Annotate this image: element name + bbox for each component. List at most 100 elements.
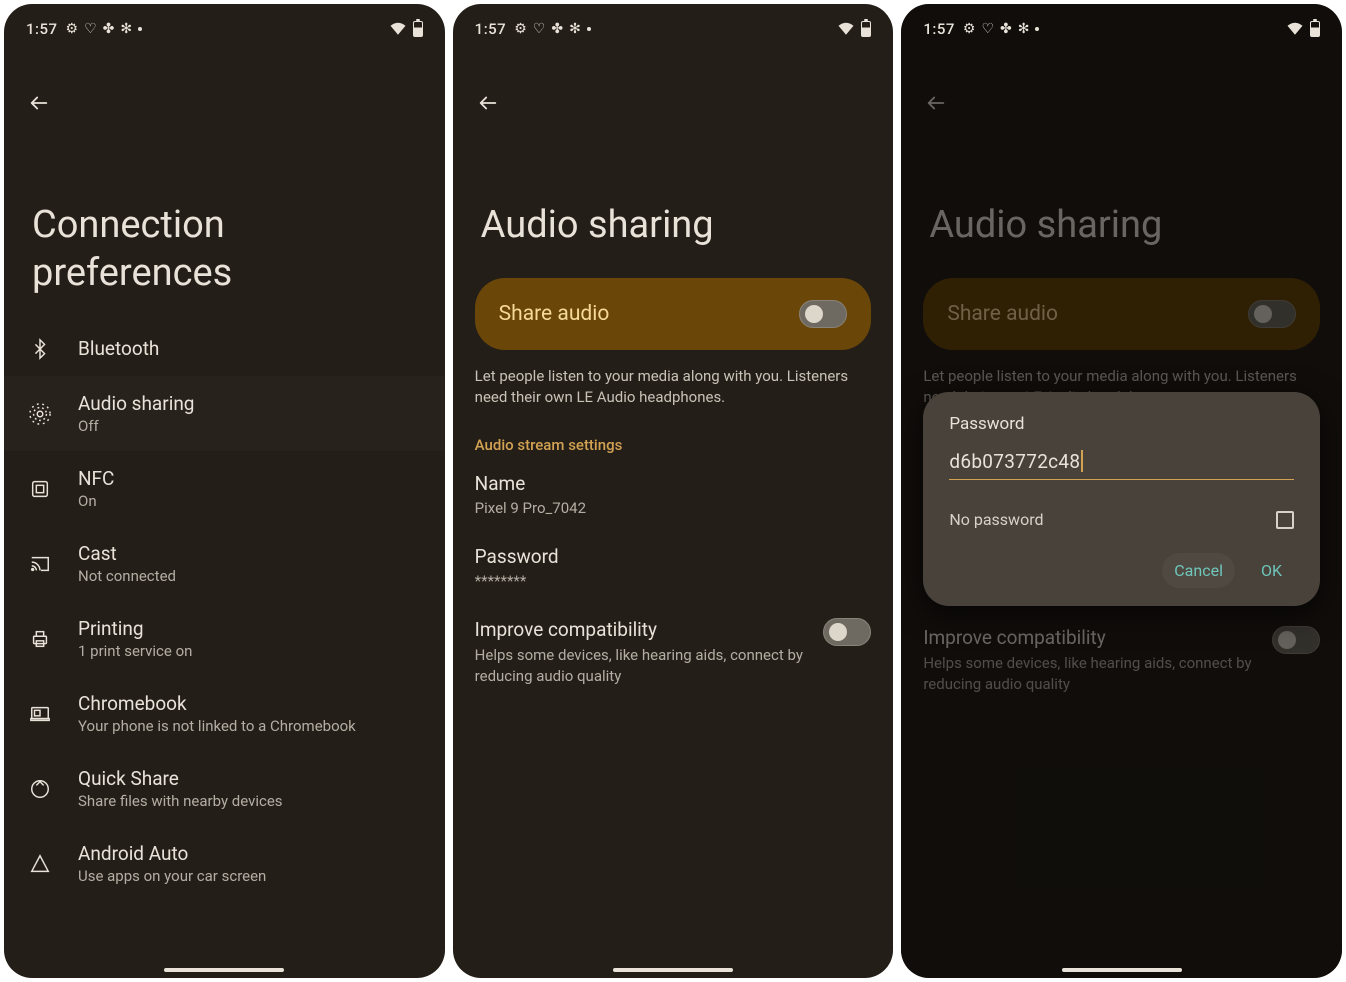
fan-icon: ✤ xyxy=(1000,21,1012,37)
status-time: 1:57 xyxy=(923,20,955,38)
setting-title: Improve compatibility xyxy=(475,618,808,641)
improve-compat-toggle[interactable] xyxy=(1272,626,1320,654)
page-title: Audio sharing xyxy=(453,120,894,278)
status-bar: 1:57 ⚙ ♡ ✤ ✻ xyxy=(453,4,894,48)
setting-title: Name xyxy=(475,472,872,495)
setting-subtitle: Helps some devices, like hearing aids, c… xyxy=(475,645,808,687)
fan-icon: ✤ xyxy=(103,21,115,37)
fan-icon: ✤ xyxy=(551,21,563,37)
row-title: NFC xyxy=(78,467,114,490)
row-subtitle: Your phone is not linked to a Chromebook xyxy=(78,717,356,735)
nav-pill[interactable] xyxy=(164,968,284,972)
screen-audio-sharing-password-dialog: 1:57 ⚙ ♡ ✤ ✻ Audio sharing Share audio L… xyxy=(901,4,1342,978)
password-input[interactable]: d6b073772c48 xyxy=(949,450,1294,480)
shield-icon: ♡ xyxy=(533,21,546,37)
dot-icon xyxy=(587,27,591,31)
row-quick-share[interactable]: Quick Share Share files with nearby devi… xyxy=(4,751,445,826)
row-subtitle: Not connected xyxy=(78,567,176,585)
android-auto-icon xyxy=(26,853,54,875)
row-audio-sharing[interactable]: Audio sharing Off xyxy=(4,376,445,451)
row-subtitle: 1 print service on xyxy=(78,642,192,660)
back-button[interactable] xyxy=(453,48,894,120)
gear-icon: ⚙ xyxy=(963,21,976,37)
row-title: Printing xyxy=(78,617,192,640)
row-chromebook[interactable]: Chromebook Your phone is not linked to a… xyxy=(4,676,445,751)
setting-value: Pixel 9 Pro_7042 xyxy=(475,499,872,517)
share-audio-description: Let people listen to your media along wi… xyxy=(453,366,894,436)
row-printing[interactable]: Printing 1 print service on xyxy=(4,601,445,676)
status-bar: 1:57 ⚙ ♡ ✤ ✻ xyxy=(901,4,1342,48)
no-password-checkbox[interactable] xyxy=(1276,511,1294,529)
status-time: 1:57 xyxy=(475,20,507,38)
setting-value: ******** xyxy=(475,572,872,590)
row-subtitle: Off xyxy=(78,417,194,435)
row-subtitle: Use apps on your car screen xyxy=(78,867,266,885)
setting-improve-compatibility[interactable]: Improve compatibility Helps some devices… xyxy=(901,626,1342,723)
back-button[interactable] xyxy=(901,48,1342,120)
row-android-auto[interactable]: Android Auto Use apps on your car screen xyxy=(4,826,445,901)
setting-password[interactable]: Password ******** xyxy=(453,545,894,618)
dialog-title: Password xyxy=(949,414,1294,434)
battery-icon xyxy=(861,21,871,37)
row-cast[interactable]: Cast Not connected xyxy=(4,526,445,601)
row-title: Android Auto xyxy=(78,842,266,865)
setting-title: Improve compatibility xyxy=(923,626,1256,649)
password-value: d6b073772c48 xyxy=(949,450,1080,473)
quick-share-icon xyxy=(26,778,54,800)
share-audio-label: Share audio xyxy=(947,302,1058,326)
row-subtitle: Share files with nearby devices xyxy=(78,792,283,810)
dot-icon xyxy=(138,27,142,31)
row-title: Quick Share xyxy=(78,767,283,790)
asterisk-icon: ✻ xyxy=(1018,21,1030,37)
no-password-label: No password xyxy=(949,510,1043,529)
nav-pill[interactable] xyxy=(1062,968,1182,972)
no-password-row[interactable]: No password xyxy=(949,510,1294,529)
ok-button[interactable]: OK xyxy=(1249,553,1294,588)
row-title: Bluetooth xyxy=(78,337,159,360)
shield-icon: ♡ xyxy=(981,21,994,37)
screen-connection-preferences: 1:57 ⚙ ♡ ✤ ✻ Connection preferences Blue… xyxy=(4,4,445,978)
screen-audio-sharing: 1:57 ⚙ ♡ ✤ ✻ Audio sharing Share audio L… xyxy=(453,4,894,978)
row-subtitle: On xyxy=(78,492,114,510)
share-audio-toggle[interactable] xyxy=(799,300,847,328)
share-audio-label: Share audio xyxy=(499,302,610,326)
nav-pill[interactable] xyxy=(613,968,733,972)
bluetooth-icon xyxy=(26,338,54,360)
gear-icon: ⚙ xyxy=(514,21,527,37)
row-title: Cast xyxy=(78,542,176,565)
page-title: Audio sharing xyxy=(901,120,1342,278)
chromebook-icon xyxy=(26,703,54,725)
status-bar: 1:57 ⚙ ♡ ✤ ✻ xyxy=(4,4,445,48)
setting-improve-compatibility[interactable]: Improve compatibility Helps some devices… xyxy=(453,618,894,715)
row-bluetooth[interactable]: Bluetooth xyxy=(4,321,445,376)
text-cursor xyxy=(1081,450,1083,472)
improve-compat-toggle[interactable] xyxy=(823,618,871,646)
section-stream-settings: Audio stream settings xyxy=(453,436,894,472)
printing-icon xyxy=(26,628,54,650)
setting-name[interactable]: Name Pixel 9 Pro_7042 xyxy=(453,472,894,545)
row-nfc[interactable]: NFC On xyxy=(4,451,445,526)
cast-icon xyxy=(26,553,54,575)
gear-icon: ⚙ xyxy=(66,21,79,37)
battery-icon xyxy=(413,21,423,37)
audio-sharing-icon xyxy=(26,403,54,425)
password-dialog: Password d6b073772c48 No password Cancel… xyxy=(923,392,1320,606)
wifi-icon xyxy=(389,20,407,39)
share-audio-toggle[interactable] xyxy=(1248,300,1296,328)
asterisk-icon: ✻ xyxy=(569,21,581,37)
setting-title: Password xyxy=(475,545,872,568)
back-button[interactable] xyxy=(4,48,445,120)
share-audio-card[interactable]: Share audio xyxy=(475,278,872,350)
nfc-icon xyxy=(26,478,54,500)
row-title: Audio sharing xyxy=(78,392,194,415)
status-time: 1:57 xyxy=(26,20,58,38)
row-title: Chromebook xyxy=(78,692,356,715)
page-title: Connection preferences xyxy=(4,120,445,321)
battery-icon xyxy=(1310,21,1320,37)
shield-icon: ♡ xyxy=(84,21,97,37)
asterisk-icon: ✻ xyxy=(120,21,132,37)
share-audio-card[interactable]: Share audio xyxy=(923,278,1320,350)
setting-subtitle: Helps some devices, like hearing aids, c… xyxy=(923,653,1256,695)
wifi-icon xyxy=(837,20,855,39)
cancel-button[interactable]: Cancel xyxy=(1162,553,1235,588)
